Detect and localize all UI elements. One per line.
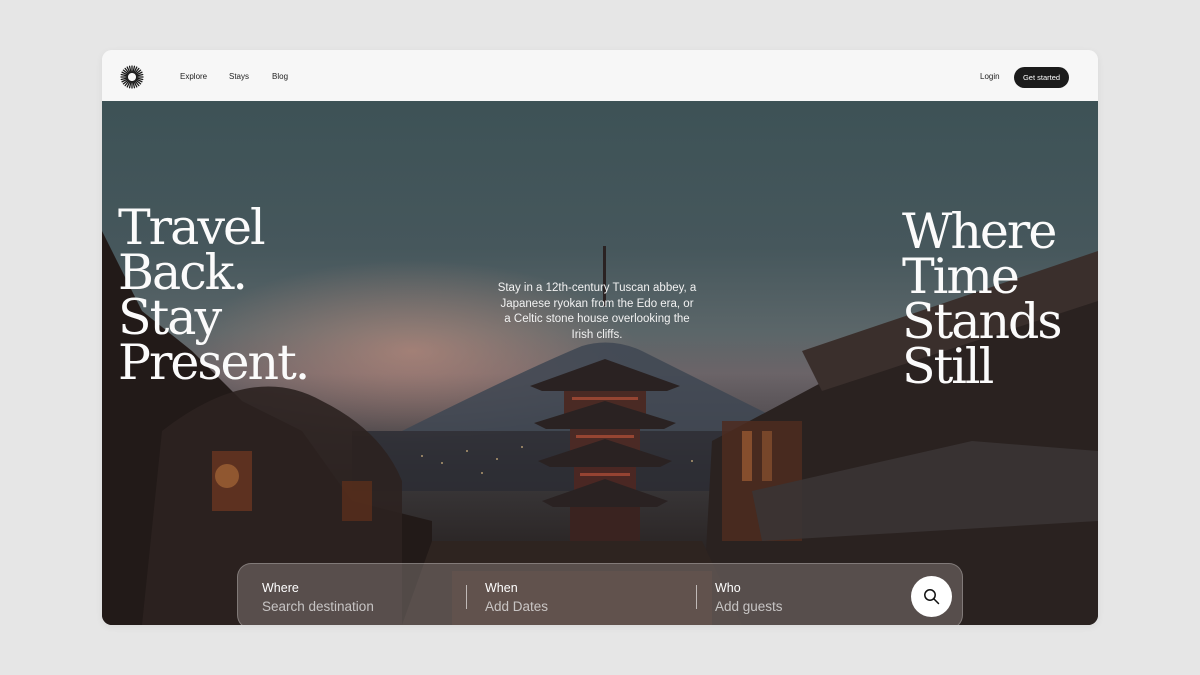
hero-tagline: Stay in a 12th-century Tuscan abbey, a J… <box>497 282 697 341</box>
where-field[interactable]: Where Search destination <box>262 581 374 615</box>
sunburst-logo-icon[interactable] <box>120 65 144 89</box>
search-bar: Where Search destination When Add Dates … <box>237 563 963 625</box>
when-field[interactable]: When Add Dates <box>485 581 548 615</box>
login-link[interactable]: Login <box>980 72 1000 82</box>
headline-left: Travel Back. Stay Present. <box>118 203 310 391</box>
who-field[interactable]: Who Add guests <box>715 581 783 615</box>
hero-section: Travel Back. Stay Present. Stay in a 12t… <box>102 101 1098 625</box>
where-input[interactable]: Search destination <box>262 599 374 615</box>
search-icon <box>924 589 940 605</box>
when-label: When <box>485 581 518 595</box>
nav-link-blog[interactable]: Blog <box>272 72 288 82</box>
headline-right-line: Still <box>902 338 994 395</box>
who-input[interactable]: Add guests <box>715 599 783 615</box>
browser-window: Explore Stays Blog Login Get started Tra… <box>102 50 1098 625</box>
where-label: Where <box>262 581 299 595</box>
nav-link-explore[interactable]: Explore <box>180 72 207 82</box>
when-input[interactable]: Add Dates <box>485 599 548 615</box>
headline-left-line: Present. <box>118 334 310 391</box>
who-label: Who <box>715 581 741 595</box>
nav-link-stays[interactable]: Stays <box>229 72 249 82</box>
get-started-button[interactable]: Get started <box>1014 67 1069 88</box>
navbar: Explore Stays Blog Login Get started <box>102 50 1098 101</box>
field-divider <box>696 585 697 609</box>
search-button[interactable] <box>911 576 952 617</box>
field-divider <box>466 585 467 609</box>
headline-right: Where Time Stands Still <box>902 207 1063 395</box>
